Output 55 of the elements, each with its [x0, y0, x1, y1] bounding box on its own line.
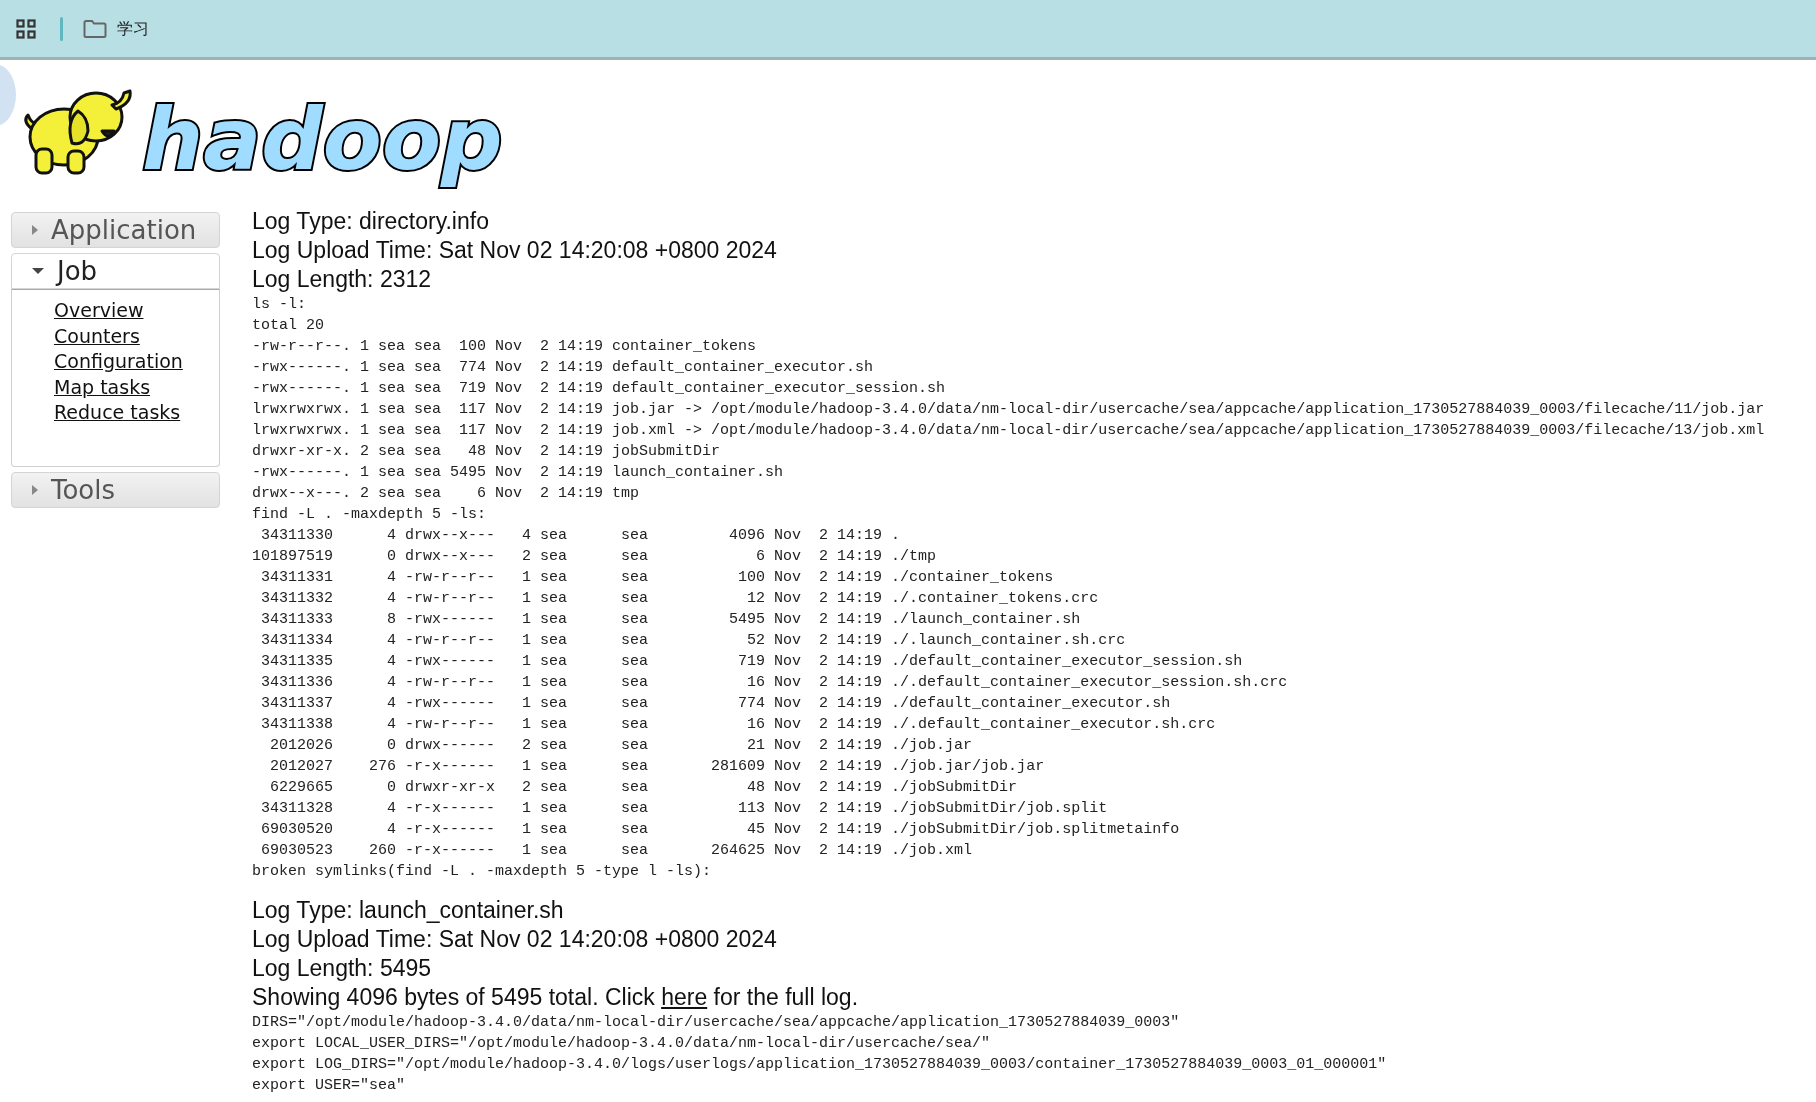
log-line: total 20: [252, 316, 325, 336]
log-line: 6229665 0 drwxr-xr-x 2 sea sea 48 Nov 2 14:19 ./jobSubmitDir: [269, 778, 1019, 798]
caret-right-icon: [32, 225, 38, 235]
log-line: -rw-r--r--. 1 sea sea 100 Nov 2 14:19 container_tokens: [252, 337, 758, 357]
log-line: -rwx------. 1 sea sea 774 Nov 2 14:19 default_container_executor.sh: [252, 358, 875, 378]
log-length: Log Length: 2312: [252, 265, 433, 294]
log-line: DIRS="/opt/module/hadoop-3.4.0/data/nm-local-dir/usercache/sea/appcache/application_1730527884039_0003": [252, 1013, 1181, 1033]
log-line: ls -l:: [252, 295, 307, 315]
log-line: drwx--x---. 2 sea sea 6 Nov 2 14:19 tmp: [252, 484, 641, 504]
log-line: 34311331 4 -rw-r--r-- 1 sea sea 100 Nov 2 14:19 ./container_tokens: [260, 568, 1055, 588]
caret-down-icon: [32, 268, 44, 274]
log-line: 34311330 4 drwx--x--- 4 sea sea 4096 Nov 2 14:19 .: [260, 526, 902, 546]
sidebar-link[interactable]: Map tasks: [54, 374, 151, 400]
sidebar-section-header[interactable]: Application: [11, 212, 220, 248]
log-line: 34311332 4 -rw-r--r-- 1 sea sea 12 Nov 2 14:19 ./.container_tokens.crc: [260, 589, 1100, 609]
log-line: lrwxrwxrwx. 1 sea sea 117 Nov 2 14:19 job.xml -> /opt/module/hadoop-3.4.0/data/nm-local-dir/usercache/sea/appcache/application_1730527884039_0003/filecache/13/job.xml: [252, 421, 1765, 441]
log-line: 69030523 260 -r-x------ 1 sea sea 264625 Nov 2 14:19 ./job.xml: [260, 841, 974, 861]
full-log-link[interactable]: here: [661, 984, 708, 1010]
log-line: 34311337 4 -rwx------ 1 sea sea 774 Nov 2 14:19 ./default_container_executor.sh: [260, 694, 1172, 714]
log-line: -rwx------. 1 sea sea 5495 Nov 2 14:19 launch_container.sh: [252, 463, 785, 483]
sidebar-section-header[interactable]: Job: [11, 253, 220, 289]
sidebar-link[interactable]: Counters: [54, 323, 140, 349]
log-line: export LOCAL_USER_DIRS="/opt/module/hadoop-3.4.0/data/nm-local-dir/usercache/sea/": [252, 1034, 992, 1054]
log-type: Log Type: launch_container.sh: [252, 896, 565, 925]
logo-text: hadoop: [141, 88, 504, 192]
log-line: export LOG_DIRS="/opt/module/hadoop-3.4.0/logs/userlogs/application_1730527884039_0003/container_1730527884039_0003_01_000001": [252, 1055, 1388, 1075]
sidebar-link[interactable]: Reduce tasks: [54, 400, 181, 426]
log-line: lrwxrwxrwx. 1 sea sea 117 Nov 2 14:19 job.jar -> /opt/module/hadoop-3.4.0/data/nm-local-dir/usercache/sea/appcache/application_1730527884039_0003/filecache/11/job.jar: [252, 400, 1765, 420]
log-upload-time: Log Upload Time: Sat Nov 02 14:20:08 +0800 2024: [252, 236, 778, 265]
log-upload-time: Log Upload Time: Sat Nov 02 14:20:08 +0800 2024: [252, 925, 778, 954]
log-line: 2012027 276 -r-x------ 1 sea sea 281609 Nov 2 14:19 ./job.jar/job.jar: [269, 757, 1046, 777]
sidebar-link[interactable]: Overview: [54, 298, 144, 324]
log-type: Log Type: directory.info: [252, 207, 490, 236]
log-length: Log Length: 5495: [252, 954, 433, 983]
log-line: 34311333 8 -rwx------ 1 sea sea 5495 Nov 2 14:19 ./launch_container.sh: [260, 610, 1082, 630]
log-line: export USER="sea": [252, 1076, 407, 1096]
log-line: 2012026 0 drwx------ 2 sea sea 21 Nov 2 14:19 ./job.jar: [269, 736, 974, 756]
log-line: 101897519 0 drwx--x--- 2 sea sea 6 Nov 2 14:19 ./tmp: [252, 547, 938, 567]
caret-right-icon: [32, 485, 38, 495]
log-line: drwxr-xr-x. 2 sea sea 48 Nov 2 14:19 jobSubmitDir: [252, 442, 722, 462]
log-line: 34311334 4 -rw-r--r-- 1 sea sea 52 Nov 2 14:19 ./.launch_container.sh.crc: [260, 631, 1127, 651]
log-line: 34311338 4 -rw-r--r-- 1 sea sea 16 Nov 2 14:19 ./.default_container_executor.sh.crc: [260, 715, 1217, 735]
log-line: -rwx------. 1 sea sea 719 Nov 2 14:19 default_container_executor_session.sh: [252, 379, 947, 399]
folder-label[interactable]: 学习: [117, 16, 149, 41]
grid-icon[interactable]: [16, 18, 36, 39]
log-line: 69030520 4 -r-x------ 1 sea sea 45 Nov 2 14:19 ./jobSubmitDir/job.splitmetainfo: [260, 820, 1181, 840]
log-line: 34311335 4 -rwx------ 1 sea sea 719 Nov 2 14:19 ./default_container_executor_session.sh: [260, 652, 1244, 672]
log-notice: Showing 4096 bytes of 5495 total. Click here for the full log.: [252, 983, 860, 1012]
folder-icon: [83, 19, 107, 38]
log-line: 34311336 4 -rw-r--r-- 1 sea sea 16 Nov 2 14:19 ./.default_container_executor_session.sh.crc: [260, 673, 1289, 693]
log-line: find -L . -maxdepth 5 -ls:: [252, 505, 488, 525]
sidebar-section-header[interactable]: Tools: [11, 472, 220, 508]
sidebar-link[interactable]: Configuration: [54, 349, 183, 375]
log-line: broken symlinks(find -L . -maxdepth 5 -type l -ls):: [252, 862, 713, 882]
log-line: 34311328 4 -r-x------ 1 sea sea 113 Nov 2 14:19 ./jobSubmitDir/job.split: [260, 799, 1109, 819]
